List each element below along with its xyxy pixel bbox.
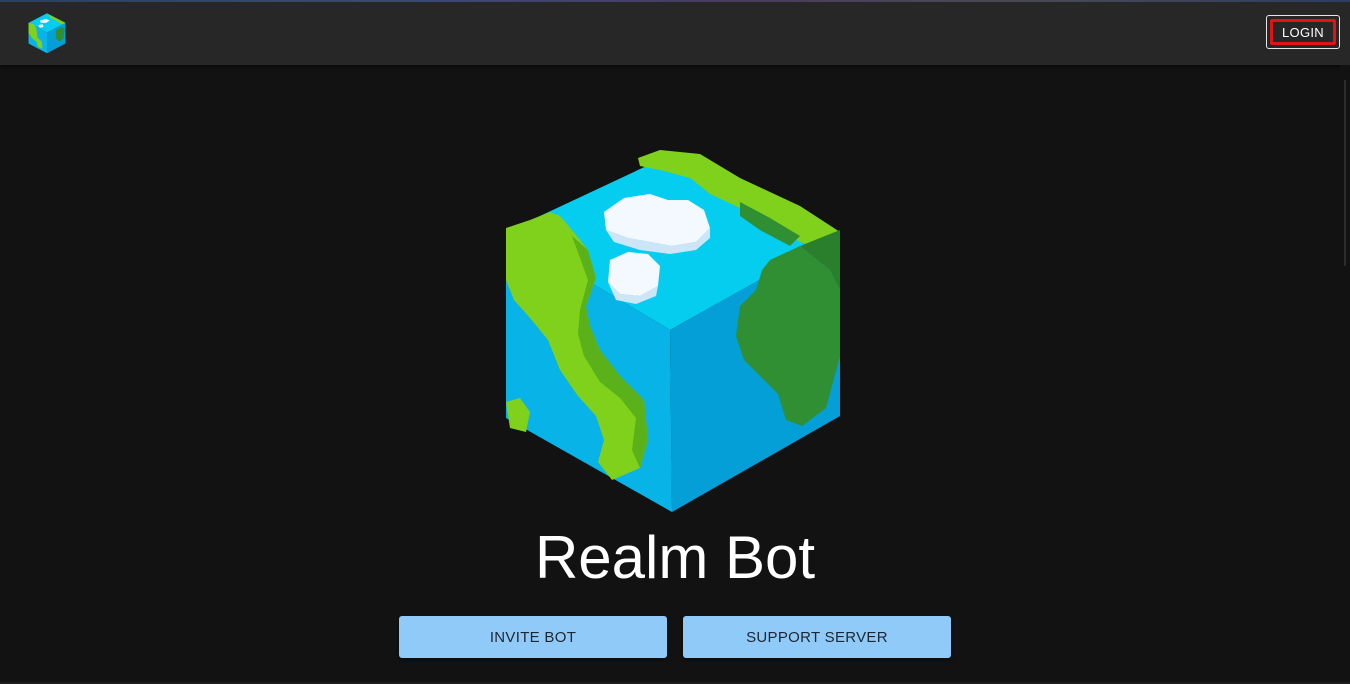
app-bar: LOGIN: [0, 0, 1350, 65]
top-accent-line: [0, 0, 1350, 2]
support-server-label: SUPPORT SERVER: [746, 628, 888, 646]
earth-cube-icon: [506, 150, 840, 512]
invite-bot-button[interactable]: INVITE BOT: [399, 616, 667, 658]
support-server-button[interactable]: SUPPORT SERVER: [683, 616, 951, 658]
scrollbar-thumb[interactable]: [1344, 80, 1346, 266]
login-highlight: LOGIN: [1270, 19, 1336, 45]
invite-bot-label: INVITE BOT: [489, 628, 577, 646]
page-title: Realm Bot: [534, 524, 816, 591]
earth-cube-icon[interactable]: [25, 11, 69, 55]
login-label: LOGIN: [1282, 24, 1324, 40]
login-button[interactable]: LOGIN: [1266, 15, 1340, 49]
